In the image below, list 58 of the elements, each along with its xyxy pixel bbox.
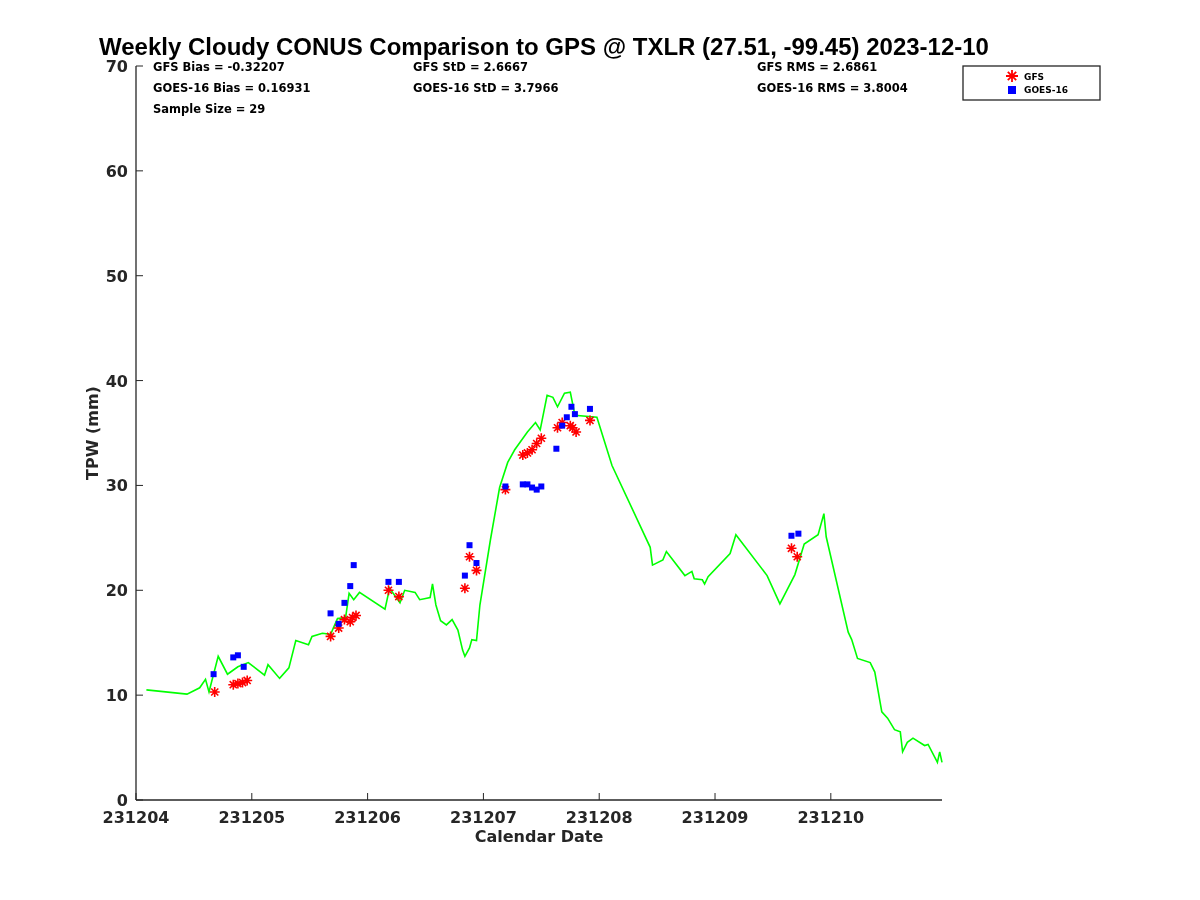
data-point xyxy=(350,562,357,569)
data-point xyxy=(208,686,221,698)
data-point xyxy=(586,405,593,412)
data-point xyxy=(210,671,217,678)
legend-marker-icon xyxy=(1005,69,1019,83)
data-point xyxy=(570,426,582,438)
data-point xyxy=(461,572,468,579)
data-point xyxy=(584,414,596,427)
x-tick-label: 231204 xyxy=(102,808,170,827)
data-point xyxy=(521,447,534,459)
data-point xyxy=(785,542,798,555)
x-tick-label: 231209 xyxy=(681,808,749,827)
y-tick-label: 0 xyxy=(116,791,128,810)
y-tick-label: 40 xyxy=(105,371,128,391)
chart-title: Weekly Cloudy CONUS Comparison to GPS @ TXLR (27.51, -99.45) 2023-12-10 xyxy=(99,33,989,60)
stat-text: GFS Bias = -0.32207 xyxy=(153,60,285,74)
y-tick-label: 50 xyxy=(105,266,128,286)
stat-text: GOES-16 RMS = 3.8004 xyxy=(757,81,908,95)
data-point xyxy=(324,630,337,643)
data-point xyxy=(350,609,362,622)
y-tick-label: 60 xyxy=(105,161,128,181)
stat-text: GOES-16 Bias = 0.16931 xyxy=(153,81,311,95)
data-point xyxy=(227,678,240,691)
data-point xyxy=(791,550,803,563)
data-point xyxy=(347,583,354,590)
y-axis-label: TPW (mm) xyxy=(83,386,102,480)
data-point xyxy=(459,582,471,594)
x-axis-label: Calendar Date xyxy=(474,827,604,846)
legend-marker-icon xyxy=(1008,86,1016,94)
data-point xyxy=(526,444,538,456)
data-point xyxy=(241,674,253,687)
x-tick-label: 231206 xyxy=(334,808,401,827)
data-point xyxy=(344,615,356,628)
data-point xyxy=(393,590,405,603)
stat-text: GOES-16 StD = 3.7966 xyxy=(413,81,559,95)
x-tick-label: 231207 xyxy=(450,808,517,827)
data-point xyxy=(341,599,348,606)
x-tick-label: 231210 xyxy=(797,808,865,827)
legend-label: GFS xyxy=(1024,72,1045,82)
data-point xyxy=(327,610,334,617)
y-tick-label: 70 xyxy=(105,57,128,76)
data-point xyxy=(535,432,548,444)
stat-text: Sample Size = 29 xyxy=(153,102,266,116)
legend-label: GOES-16 xyxy=(1024,85,1068,95)
y-tick-label: 10 xyxy=(105,686,128,706)
data-point xyxy=(530,437,543,450)
x-tick-label: 231205 xyxy=(218,808,286,827)
y-tick-label: 30 xyxy=(105,476,128,496)
data-point xyxy=(236,676,249,689)
data-point xyxy=(517,449,529,461)
stat-text: GFS RMS = 2.6861 xyxy=(757,60,878,74)
x-tick-label: 231208 xyxy=(565,808,633,827)
stat-text: GFS StD = 2.6667 xyxy=(413,60,528,74)
data-point xyxy=(346,611,359,624)
data-point xyxy=(240,663,247,670)
data-point xyxy=(553,445,560,452)
y-tick-label: 20 xyxy=(105,581,128,601)
data-point xyxy=(232,677,244,690)
